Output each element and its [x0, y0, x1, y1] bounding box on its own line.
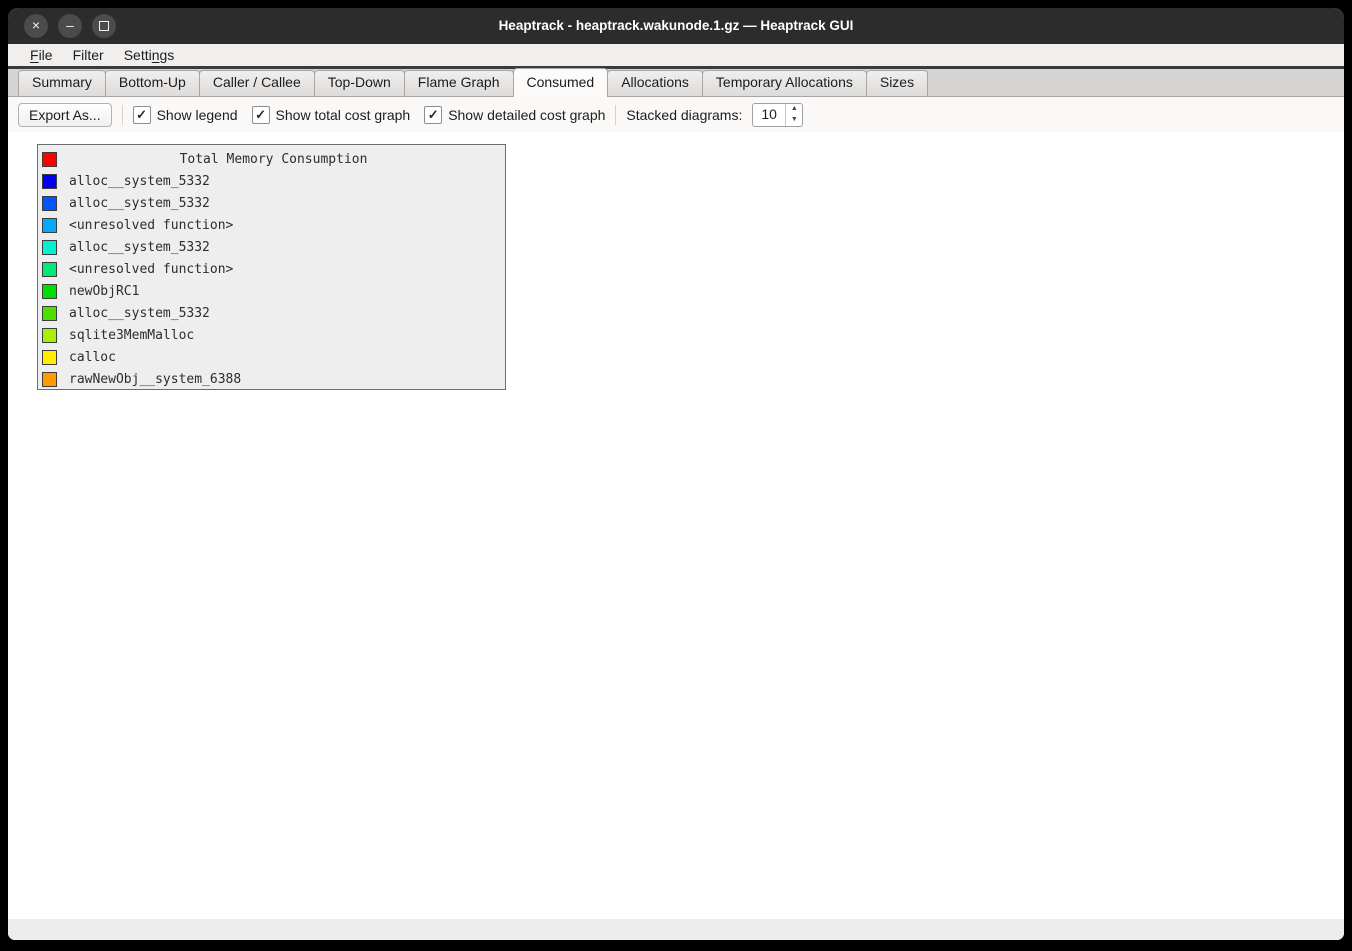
checkbox-label: Show legend	[157, 107, 238, 123]
legend-item-label: newObjRC1	[69, 284, 139, 299]
legend-item: <unresolved function>	[38, 214, 505, 236]
menu-filter[interactable]: Filter	[63, 46, 114, 64]
legend-item-label: alloc__system_5332	[69, 240, 210, 255]
legend-item-label: alloc__system_5332	[69, 174, 210, 189]
checkbox-label: Show total cost graph	[276, 107, 411, 123]
legend-item-label: <unresolved function>	[69, 218, 233, 233]
legend-item: alloc__system_5332	[38, 170, 505, 192]
legend-item: newObjRC1	[38, 280, 505, 302]
tab-caller-callee[interactable]: Caller / Callee	[199, 70, 315, 96]
chart-panel: Total Memory Consumption alloc__system_53…	[8, 132, 1344, 919]
legend-item-label: calloc	[69, 350, 116, 365]
legend-item: rawNewObj__system_6388	[38, 368, 505, 390]
legend-swatch-icon	[42, 306, 57, 321]
legend-swatch-icon	[42, 350, 57, 365]
legend-swatch-icon	[42, 328, 57, 343]
checkbox-icon[interactable]: ✓	[252, 106, 270, 124]
legend-item: alloc__system_5332	[38, 302, 505, 324]
tab-flame-graph[interactable]: Flame Graph	[404, 70, 514, 96]
tab-summary[interactable]: Summary	[18, 70, 106, 96]
window-footer	[8, 919, 1344, 940]
checkbox-show-legend[interactable]: ✓ Show legend	[133, 106, 238, 124]
legend-swatch-icon	[42, 372, 57, 387]
legend-item-label: alloc__system_5332	[69, 306, 210, 321]
legend-title: Total Memory Consumption	[57, 152, 490, 167]
toolbar: Export As... ✓ Show legend ✓ Show total cos…	[8, 97, 1344, 132]
spinner-down-icon[interactable]: ▼	[786, 115, 802, 126]
toolbar-separator	[615, 105, 616, 125]
tab-bar: SummaryBottom-UpCaller / CalleeTop-DownF…	[8, 69, 1344, 97]
legend-title-row: Total Memory Consumption	[38, 148, 505, 170]
tab-temporary-allocations[interactable]: Temporary Allocations	[702, 70, 867, 96]
legend-item: sqlite3MemMalloc	[38, 324, 505, 346]
stacked-diagrams-value: 10	[753, 104, 785, 126]
legend-swatch-icon	[42, 152, 57, 167]
window-title: Heaptrack - heaptrack.wakunode.1.gz — He…	[8, 8, 1344, 44]
legend-item-label: <unresolved function>	[69, 262, 233, 277]
legend-item: alloc__system_5332	[38, 236, 505, 258]
checkbox-icon[interactable]: ✓	[424, 106, 442, 124]
tab-consumed[interactable]: Consumed	[513, 68, 609, 97]
checkbox-show-total-cost-graph[interactable]: ✓ Show total cost graph	[252, 106, 411, 124]
legend-swatch-icon	[42, 196, 57, 211]
spinner-up-icon[interactable]: ▲	[786, 104, 802, 115]
legend-swatch-icon	[42, 262, 57, 277]
legend-swatch-icon	[42, 174, 57, 189]
tab-bottom-up[interactable]: Bottom-Up	[105, 70, 200, 96]
legend-swatch-icon	[42, 284, 57, 299]
tab-sizes[interactable]: Sizes	[866, 70, 928, 96]
toolbar-separator	[122, 105, 123, 125]
checkbox-icon[interactable]: ✓	[133, 106, 151, 124]
tab-top-down[interactable]: Top-Down	[314, 70, 405, 96]
heaptrack-window: × – Heaptrack - heaptrack.wakunode.1.gz …	[8, 8, 1344, 940]
title-bar[interactable]: × – Heaptrack - heaptrack.wakunode.1.gz …	[8, 8, 1344, 44]
menu-file[interactable]: File	[20, 46, 63, 64]
chart-legend: Total Memory Consumption alloc__system_53…	[37, 144, 506, 390]
checkbox-label: Show detailed cost graph	[448, 107, 605, 123]
legend-swatch-icon	[42, 218, 57, 233]
menu-settings[interactable]: Settings	[114, 46, 185, 64]
legend-item: calloc	[38, 346, 505, 368]
export-as-button[interactable]: Export As...	[18, 103, 112, 127]
stacked-diagrams-label: Stacked diagrams:	[626, 107, 742, 123]
legend-swatch-icon	[42, 240, 57, 255]
stacked-diagrams-spinner[interactable]: 10 ▲ ▼	[752, 103, 803, 127]
checkbox-show-detailed-cost-graph[interactable]: ✓ Show detailed cost graph	[424, 106, 605, 124]
legend-item-label: sqlite3MemMalloc	[69, 328, 194, 343]
legend-item-label: rawNewObj__system_6388	[69, 372, 241, 387]
tab-allocations[interactable]: Allocations	[607, 70, 703, 96]
legend-item: <unresolved function>	[38, 258, 505, 280]
legend-item-label: alloc__system_5332	[69, 196, 210, 211]
menu-bar: FileFilterSettings	[8, 44, 1344, 66]
legend-item: alloc__system_5332	[38, 192, 505, 214]
